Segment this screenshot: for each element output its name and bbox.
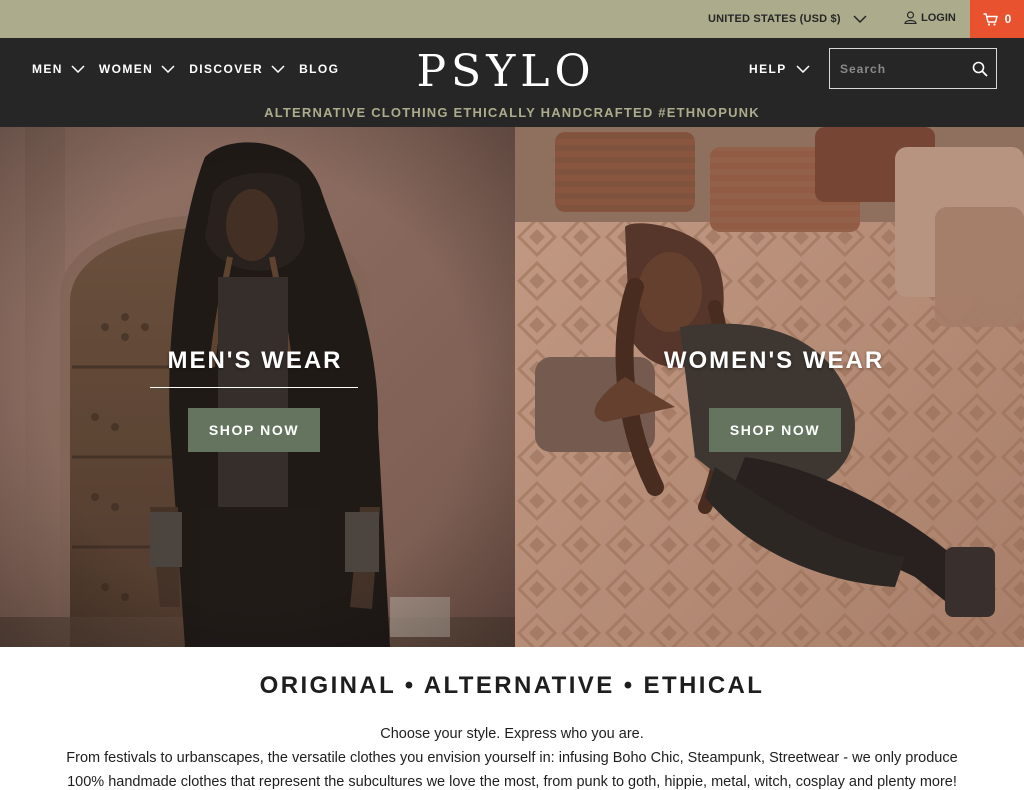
- hero-women[interactable]: WOMEN'S WEAR SHOP NOW: [515, 127, 1024, 647]
- cart-count: 0: [1004, 12, 1012, 26]
- chevron-down-icon: [271, 65, 285, 73]
- cart-button[interactable]: 0: [970, 0, 1024, 38]
- country-selector[interactable]: UNITED STATES (USD $): [708, 13, 867, 25]
- top-bar: UNITED STATES (USD $) LOGIN 0: [0, 0, 1024, 38]
- men-wear-title: MEN'S WEAR: [167, 347, 343, 374]
- search-box: [829, 48, 997, 89]
- body-text-line-2: 100% handmade clothes that represent the…: [67, 774, 957, 790]
- login-label: LOGIN: [921, 11, 956, 24]
- nav-item-label: WOMEN: [98, 62, 154, 76]
- nav-item-label: MEN: [32, 62, 63, 76]
- nav-menu: MEN WOMEN DISCOVER BLOG: [32, 62, 353, 76]
- shop-now-men-button[interactable]: SHOP NOW: [188, 408, 320, 452]
- help-menu[interactable]: HELP: [749, 62, 810, 76]
- logo-text: PSYLO: [416, 46, 595, 95]
- main-navigation: MEN WOMEN DISCOVER BLOG PSYLO HELP ALTER…: [0, 38, 1024, 127]
- nav-item-discover[interactable]: DISCOVER: [189, 62, 285, 76]
- chevron-down-icon: [161, 65, 175, 73]
- search-input[interactable]: [830, 49, 966, 88]
- country-label: UNITED STATES (USD $): [708, 13, 841, 25]
- women-hero-image: [515, 127, 1024, 647]
- body-text-line-1: From festivals to urbanscapes, the versa…: [66, 750, 958, 766]
- nav-item-women[interactable]: WOMEN: [99, 62, 175, 76]
- nav-item-blog[interactable]: BLOG: [299, 62, 339, 76]
- cart-icon: [983, 12, 998, 26]
- search-icon[interactable]: [972, 61, 988, 77]
- chevron-down-icon: [853, 15, 867, 23]
- men-title-divider: [150, 387, 358, 388]
- chevron-down-icon: [71, 65, 85, 73]
- shop-now-women-button[interactable]: SHOP NOW: [709, 408, 841, 452]
- login-link[interactable]: LOGIN: [904, 11, 956, 24]
- nav-item-label: BLOG: [299, 62, 340, 76]
- psylo-logo[interactable]: PSYLO: [408, 43, 604, 95]
- chevron-down-icon: [796, 65, 810, 73]
- tagline: ALTERNATIVE CLOTHING ETHICALLY HANDCRAFT…: [264, 105, 760, 120]
- section-headline: ORIGINAL • ALTERNATIVE • ETHICAL: [259, 672, 765, 699]
- intro-text: Choose your style. Express who you are.: [380, 726, 644, 742]
- nav-item-men[interactable]: MEN: [32, 62, 85, 76]
- nav-item-label: DISCOVER: [189, 62, 264, 76]
- hero-men[interactable]: MEN'S WEAR SHOP NOW: [0, 127, 515, 647]
- user-icon: [904, 11, 917, 24]
- help-label: HELP: [749, 62, 787, 76]
- women-wear-title: WOMEN'S WEAR: [663, 347, 885, 374]
